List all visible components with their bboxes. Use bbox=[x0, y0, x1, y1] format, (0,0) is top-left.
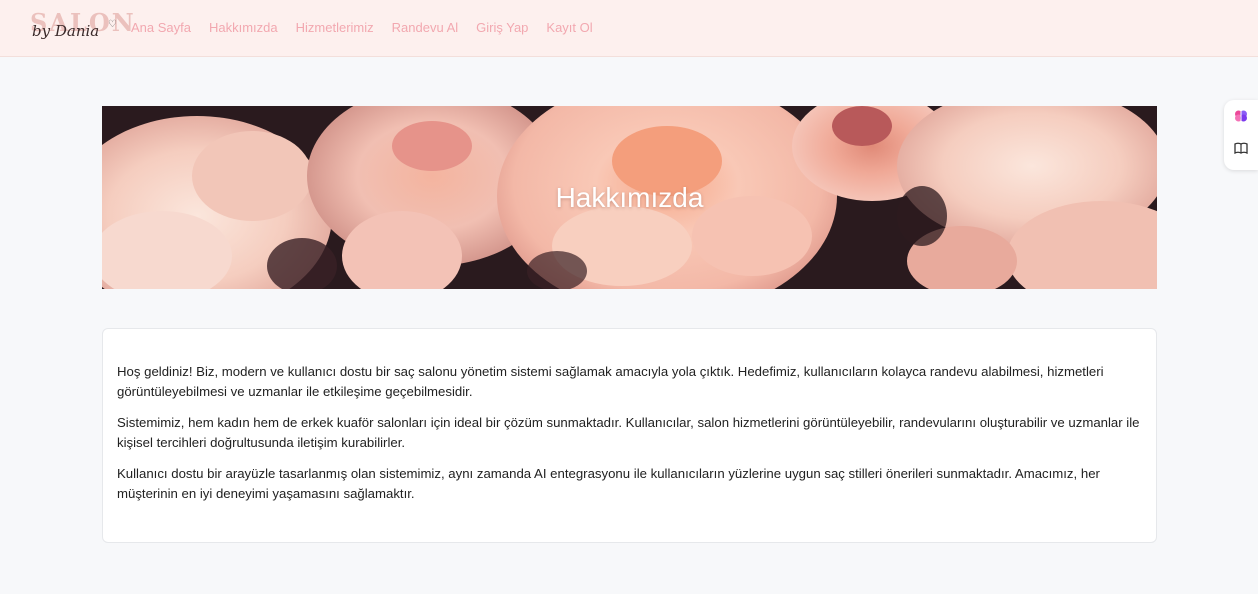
heart-icon: ♡ bbox=[108, 19, 117, 30]
nav-link-hizmetlerimiz[interactable]: Hizmetlerimiz bbox=[296, 20, 374, 35]
nav-link-kayit-ol[interactable]: Kayıt Ol bbox=[546, 20, 592, 35]
about-paragraph: Hoş geldiniz! Biz, modern ve kullanıcı d… bbox=[117, 364, 1104, 399]
nav-link-giris-yap[interactable]: Giriş Yap bbox=[476, 20, 528, 35]
hero-title: Hakkımızda bbox=[555, 181, 704, 213]
about-card: Hoş geldiniz! Biz, modern ve kullanıcı d… bbox=[102, 328, 1157, 543]
nav-link-ana-sayfa[interactable]: Ana Sayfa bbox=[131, 20, 191, 35]
floating-tools-panel bbox=[1224, 100, 1258, 170]
about-paragraph: Kullanıcı dostu bir arayüzle tasarlanmış… bbox=[117, 466, 1100, 501]
page: SALON by Dania ♡ Ana Sayfa Hakkımızda Hi… bbox=[0, 0, 1258, 594]
brain-icon[interactable] bbox=[1230, 105, 1252, 127]
nav-link-randevu-al[interactable]: Randevu Al bbox=[392, 20, 459, 35]
nav-link-hakkimizda[interactable]: Hakkımızda bbox=[209, 20, 278, 35]
brand-logo-script: by Dania bbox=[32, 22, 100, 40]
book-icon[interactable] bbox=[1230, 137, 1252, 159]
nav-links: Ana Sayfa Hakkımızda Hizmetlerimiz Rande… bbox=[131, 20, 611, 35]
brand-logo[interactable]: SALON by Dania ♡ bbox=[30, 8, 134, 48]
hero-banner: Hakkımızda bbox=[102, 106, 1157, 289]
navbar: SALON by Dania ♡ Ana Sayfa Hakkımızda Hi… bbox=[0, 0, 1258, 57]
about-paragraph: Sistemimiz, hem kadın hem de erkek kuafö… bbox=[117, 415, 1140, 450]
